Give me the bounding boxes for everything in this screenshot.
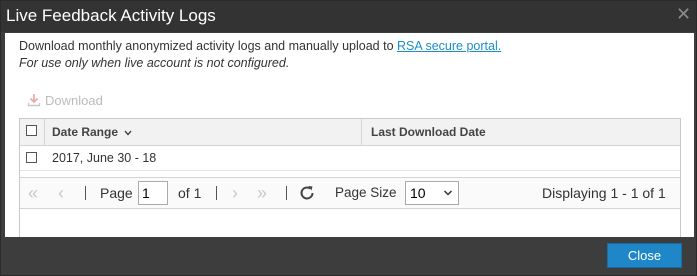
divider	[286, 186, 287, 200]
column-last-download-label: Last Download Date	[371, 125, 486, 139]
row-checkbox[interactable]	[26, 152, 37, 163]
download-button[interactable]: Download	[27, 91, 103, 109]
close-icon[interactable]: ✕	[676, 5, 691, 23]
download-label: Download	[45, 92, 103, 108]
next-page-icon[interactable]: ›	[232, 178, 238, 208]
page-label: Page	[100, 185, 133, 201]
logs-grid: Date Range Last Download Date 2017, June…	[19, 118, 681, 241]
close-button[interactable]: Close	[607, 243, 682, 268]
pager: « ‹ Page of 1 › » Page Size 10	[20, 177, 680, 209]
description: Download monthly anonymized activity log…	[19, 39, 501, 53]
dialog-title: Live Feedback Activity Logs	[6, 6, 216, 25]
download-icon	[27, 94, 41, 107]
page-size-select[interactable]: 10	[405, 181, 459, 205]
column-last-download-date[interactable]: Last Download Date	[363, 119, 680, 145]
prev-page-icon[interactable]: ‹	[58, 178, 64, 208]
last-page-icon[interactable]: »	[257, 178, 267, 208]
page-count: of 1	[178, 185, 202, 201]
rsa-portal-link[interactable]: RSA secure portal.	[397, 39, 501, 53]
refresh-icon[interactable]	[298, 184, 316, 202]
select-all-checkbox[interactable]	[26, 125, 37, 136]
usage-note: For use only when live account is not co…	[19, 56, 290, 70]
dialog-body: Download monthly anonymized activity log…	[5, 33, 694, 241]
dialog: Live Feedback Activity Logs ✕ Download m…	[0, 0, 697, 276]
cell-date-range: 2017, June 30 - 18	[52, 151, 157, 165]
titlebar: Live Feedback Activity Logs ✕	[1, 1, 696, 32]
column-date-range-label: Date Range	[52, 125, 119, 139]
grid-header: Date Range Last Download Date	[20, 119, 680, 146]
chevron-down-icon	[124, 130, 132, 136]
description-text: Download monthly anonymized activity log…	[19, 39, 397, 53]
first-page-icon[interactable]: «	[28, 178, 38, 208]
column-date-range[interactable]: Date Range	[45, 119, 362, 145]
dialog-footer: Close	[1, 237, 696, 275]
table-row[interactable]: 2017, June 30 - 18	[20, 146, 680, 171]
displaying-status: Displaying 1 - 1 of 1	[542, 185, 666, 201]
page-size-value: 10	[410, 185, 426, 201]
page-size-label: Page Size	[335, 185, 397, 200]
divider	[216, 186, 217, 200]
header-select-cell	[20, 119, 45, 145]
page-number-input[interactable]	[138, 181, 168, 205]
divider	[85, 186, 86, 200]
chevron-down-icon	[443, 190, 453, 196]
